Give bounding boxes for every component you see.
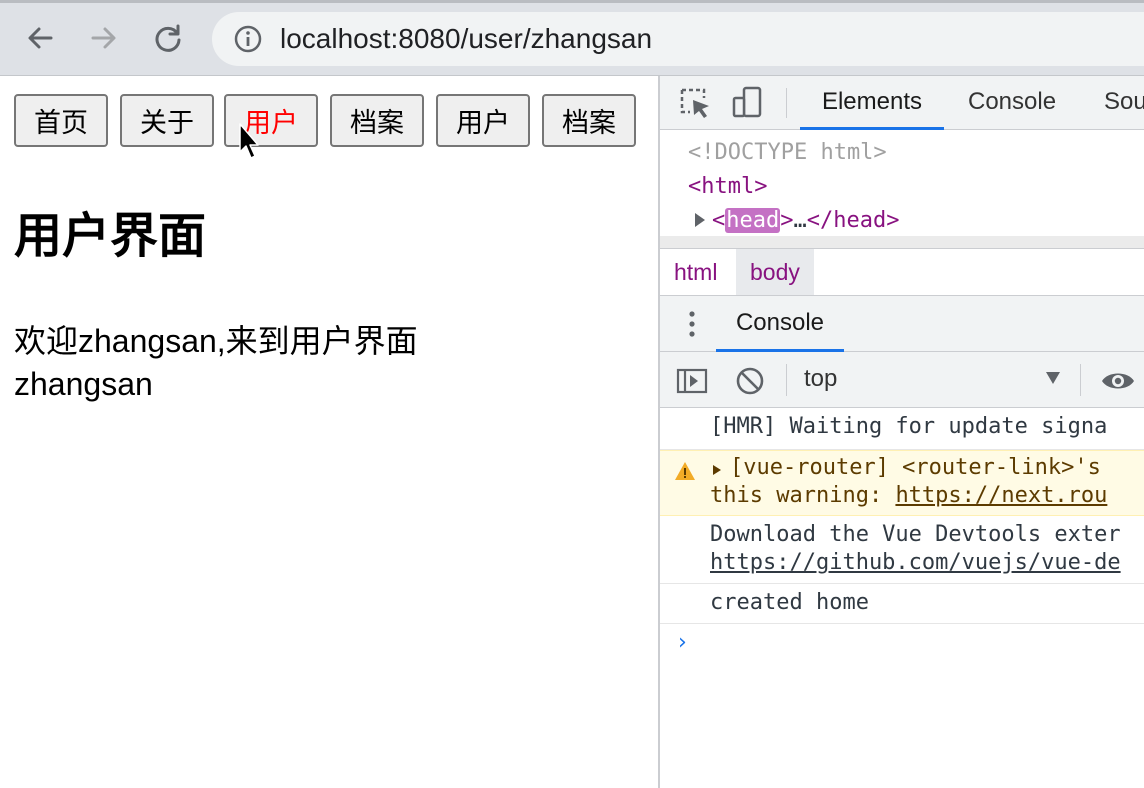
back-arrow-icon bbox=[28, 27, 53, 49]
live-expression-eye-icon[interactable] bbox=[1100, 365, 1136, 397]
console-message-hmr: [HMR] Waiting for update signa bbox=[660, 408, 1144, 450]
tab-console[interactable]: Console bbox=[968, 76, 1056, 130]
page-viewport: 首页 关于 用户 档案 用户 档案 用户界面 欢迎zhangsan,来到用户界面… bbox=[0, 76, 658, 788]
tab-sources[interactable]: Sou bbox=[1104, 76, 1144, 130]
console-message-warning[interactable]: [vue-router] <router-link>'s this warnin… bbox=[660, 450, 1144, 516]
info-icon[interactable] bbox=[234, 25, 262, 53]
warning-link[interactable]: https://next.rou bbox=[895, 483, 1107, 508]
username-text: zhangsan bbox=[14, 366, 153, 402]
expand-triangle-icon[interactable] bbox=[694, 212, 706, 228]
devtools-link[interactable]: https://github.com/vuejs/vue-de bbox=[710, 550, 1121, 575]
page-title: 用户界面 bbox=[14, 208, 207, 264]
elements-scroll-edge bbox=[660, 236, 1144, 248]
devtools-panel: Elements Console Sou <!DOCTYPE html> <ht… bbox=[658, 76, 1144, 788]
chevron-down-icon[interactable] bbox=[1046, 372, 1060, 384]
toolbar-top-border bbox=[0, 0, 1144, 3]
url-text[interactable]: localhost:8080/user/zhangsan bbox=[280, 23, 652, 55]
head-node[interactable]: <head>…</head> bbox=[694, 208, 899, 233]
devtools-tabbar: Elements Console Sou bbox=[660, 76, 1144, 130]
back-button[interactable] bbox=[22, 20, 58, 56]
breadcrumb-html[interactable]: html bbox=[660, 249, 731, 295]
console-toolbar-separator bbox=[786, 364, 787, 396]
nav-user-button-2[interactable]: 用户 bbox=[436, 94, 530, 147]
console-toolbar-separator-2 bbox=[1080, 364, 1081, 396]
expand-triangle-icon[interactable] bbox=[712, 464, 722, 476]
context-selector[interactable]: top bbox=[804, 352, 837, 408]
show-sidebar-icon[interactable] bbox=[676, 365, 708, 397]
message-text: created home bbox=[710, 590, 869, 615]
head-close-tag: </head> bbox=[806, 208, 900, 233]
breadcrumb-body[interactable]: body bbox=[736, 249, 814, 295]
html-node[interactable]: <html> bbox=[688, 174, 767, 199]
console-message-created: created home bbox=[660, 584, 1144, 624]
more-options-icon[interactable] bbox=[686, 310, 698, 338]
message-prefix: this warning: bbox=[710, 483, 896, 508]
console-prompt-icon[interactable]: › bbox=[678, 630, 687, 655]
nav-about-button[interactable]: 关于 bbox=[120, 94, 214, 147]
console-toolbar: top bbox=[660, 352, 1144, 408]
reload-button[interactable] bbox=[150, 20, 186, 56]
elements-tree: <!DOCTYPE html> <html> <head>…</head> bbox=[660, 130, 1144, 248]
warning-icon bbox=[675, 462, 695, 480]
message-text: [HMR] Waiting for update signa bbox=[710, 414, 1108, 439]
breadcrumb: html body bbox=[660, 248, 1144, 296]
drawer-tabbar: Console bbox=[660, 296, 1144, 352]
nav-profile-button-2[interactable]: 档案 bbox=[542, 94, 636, 147]
drawer-tab-console[interactable]: Console bbox=[716, 296, 844, 352]
tabbar-separator bbox=[786, 88, 787, 118]
welcome-text: 欢迎zhangsan,来到用户界面 bbox=[14, 323, 418, 359]
html-tag: html bbox=[701, 174, 755, 199]
message-text: [vue-router] <router-link>'s bbox=[730, 455, 1101, 480]
mouse-cursor-icon bbox=[239, 123, 259, 159]
nav-profile-button[interactable]: 档案 bbox=[330, 94, 424, 147]
inspect-element-icon[interactable] bbox=[676, 84, 714, 122]
message-text-line-2: this warning: https://next.rou bbox=[710, 483, 1107, 508]
browser-toolbar: localhost:8080/user/zhangsan bbox=[0, 0, 1144, 76]
tab-elements[interactable]: Elements bbox=[800, 76, 944, 130]
console-messages: [HMR] Waiting for update signa [vue-rout… bbox=[660, 408, 1144, 788]
head-ellipsis: … bbox=[793, 208, 807, 233]
nav-home-button[interactable]: 首页 bbox=[14, 94, 108, 147]
address-bar[interactable]: localhost:8080/user/zhangsan bbox=[212, 12, 1144, 66]
head-tag: head bbox=[725, 208, 781, 233]
console-message-devtools: Download the Vue Devtools exter https://… bbox=[660, 516, 1144, 584]
clear-console-icon[interactable] bbox=[734, 365, 766, 397]
forward-button[interactable] bbox=[86, 20, 122, 56]
message-text: Download the Vue Devtools exter bbox=[710, 522, 1121, 547]
forward-arrow-icon bbox=[91, 27, 116, 49]
reload-icon bbox=[155, 24, 181, 52]
doctype-node[interactable]: <!DOCTYPE html> bbox=[688, 140, 887, 165]
device-toolbar-icon[interactable] bbox=[730, 84, 768, 122]
